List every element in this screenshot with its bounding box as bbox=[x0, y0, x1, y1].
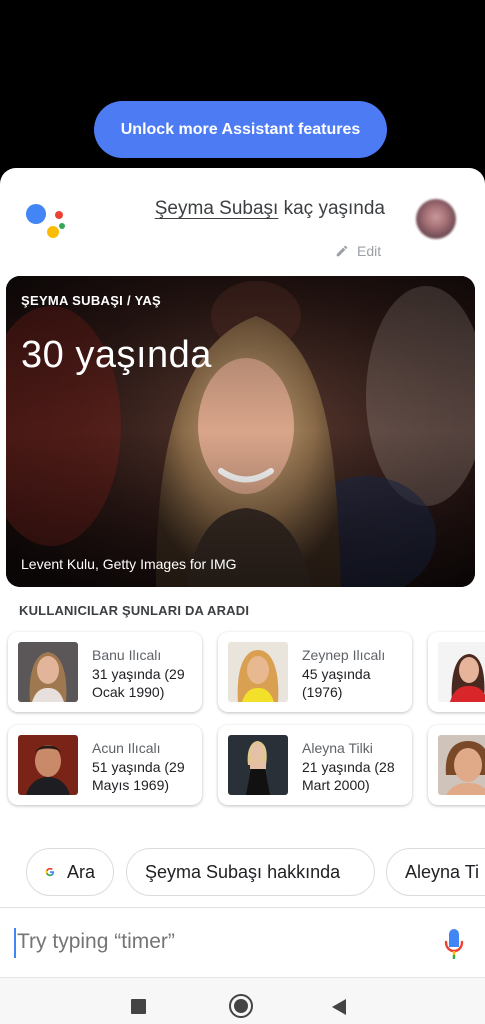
chip-label: Şeyma Subaşı hakkında bbox=[145, 861, 341, 882]
photo-credit: Levent Kulu, Getty Images for IMG bbox=[21, 556, 237, 572]
related-detail: 51 yaşında (29 Mayıs 1969) bbox=[92, 759, 185, 793]
input-bar bbox=[0, 907, 485, 977]
related-name: Banu Ilıcalı bbox=[92, 647, 162, 663]
assistant-sheet: Şeyma Subaşı kaç yaşında Edit ŞEYMA SUBA… bbox=[0, 168, 485, 1024]
age-answer-card[interactable]: ŞEYMA SUBAŞI / YAŞ 30 yaşında Levent Kul… bbox=[6, 276, 475, 587]
edit-query-button[interactable]: Edit bbox=[335, 243, 381, 259]
back-button[interactable] bbox=[332, 999, 346, 1015]
answer-label: ŞEYMA SUBAŞI / YAŞ bbox=[21, 293, 162, 308]
related-detail: 31 yaşında (29 Ocak 1990) bbox=[92, 666, 185, 700]
recents-button[interactable] bbox=[131, 999, 146, 1014]
person-thumbnail bbox=[228, 642, 288, 702]
home-icon bbox=[234, 999, 248, 1013]
related-detail: 21 yaşında (28 Mart 2000) bbox=[302, 759, 395, 793]
home-button[interactable] bbox=[229, 994, 253, 1018]
person-thumbnail bbox=[438, 735, 485, 795]
microphone-icon[interactable] bbox=[444, 928, 464, 960]
related-detail: 45 yaşında (1976) bbox=[302, 666, 371, 700]
google-g-icon bbox=[45, 867, 55, 877]
chip-search-label: Ara bbox=[66, 861, 95, 882]
user-avatar[interactable] bbox=[416, 199, 456, 239]
related-searches-title: KULLANICILAR ŞUNLARI DA ARADI bbox=[19, 603, 250, 618]
related-card-zeynep[interactable]: Zeynep Ilıcalı 45 yaşında (1976) bbox=[218, 632, 412, 712]
system-navigation-bar bbox=[0, 977, 485, 1024]
related-card-partial-2[interactable] bbox=[428, 725, 485, 805]
user-query[interactable]: Şeyma Subaşı kaç yaşında bbox=[155, 198, 385, 220]
chip-aleyna[interactable]: Aleyna Ti bbox=[386, 848, 485, 896]
hero-photo bbox=[6, 276, 475, 587]
google-assistant-logo-icon bbox=[26, 204, 68, 240]
related-name: Aleyna Tilki bbox=[302, 740, 373, 756]
text-caret bbox=[14, 928, 16, 958]
person-thumbnail bbox=[18, 735, 78, 795]
related-name: Zeynep Ilıcalı bbox=[302, 647, 386, 663]
pencil-icon bbox=[336, 245, 348, 257]
person-thumbnail bbox=[228, 735, 288, 795]
assistant-text-input[interactable] bbox=[17, 930, 397, 954]
person-thumbnail bbox=[438, 642, 485, 702]
related-name: Acun Ilıcalı bbox=[92, 740, 161, 756]
chip-about-seyma[interactable]: Şeyma Subaşı hakkında bbox=[126, 848, 375, 896]
chip-search[interactable]: Ara bbox=[26, 848, 114, 896]
query-rest: kaç yaşında bbox=[278, 198, 385, 219]
related-card-partial-1[interactable] bbox=[428, 632, 485, 712]
unlock-assistant-button[interactable]: Unlock more Assistant features bbox=[94, 101, 387, 158]
related-card-aleyna[interactable]: Aleyna Tilki 21 yaşında (28 Mart 2000) bbox=[218, 725, 412, 805]
related-card-banu[interactable]: Banu Ilıcalı 31 yaşında (29 Ocak 1990) bbox=[8, 632, 202, 712]
edit-label: Edit bbox=[357, 243, 382, 259]
person-thumbnail bbox=[18, 642, 78, 702]
query-name: Şeyma Subaşı bbox=[154, 198, 279, 219]
answer-age: 30 yaşında bbox=[21, 334, 212, 376]
related-card-acun[interactable]: Acun Ilıcalı 51 yaşında (29 Mayıs 1969) bbox=[8, 725, 202, 805]
chip-label: Aleyna Ti bbox=[405, 861, 480, 882]
